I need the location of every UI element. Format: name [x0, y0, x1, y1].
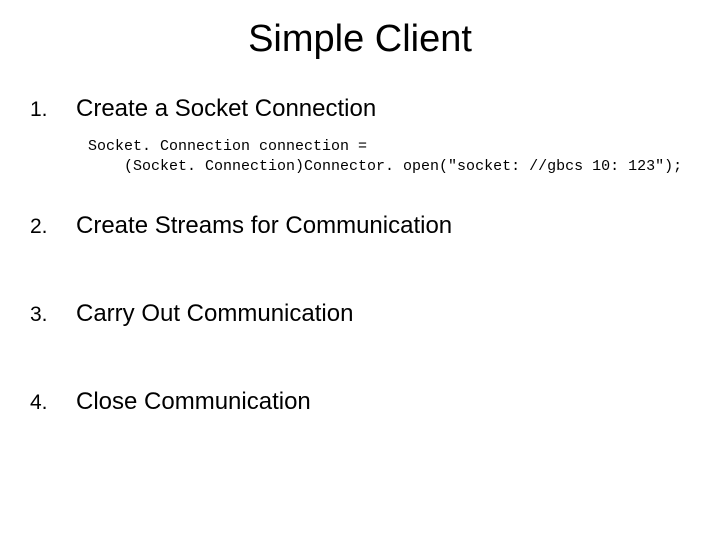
- list-item: 2. Create Streams for Communication: [30, 212, 690, 240]
- item-label: Create Streams for Communication: [76, 212, 452, 240]
- item-label: Close Communication: [76, 388, 311, 416]
- code-snippet: Socket. Connection connection = (Socket.…: [88, 137, 690, 178]
- list-item: 3. Carry Out Communication: [30, 300, 690, 328]
- slide: Simple Client 1. Create a Socket Connect…: [0, 0, 720, 540]
- spacer: [30, 342, 690, 388]
- list-item: 4. Close Communication: [30, 388, 690, 416]
- item-label: Carry Out Communication: [76, 300, 353, 328]
- spacer: [30, 254, 690, 300]
- item-label: Create a Socket Connection: [76, 95, 376, 123]
- item-number: 2.: [30, 215, 76, 239]
- item-number: 1.: [30, 98, 76, 122]
- item-number: 4.: [30, 391, 76, 415]
- slide-title: Simple Client: [30, 18, 690, 61]
- list-item: 1. Create a Socket Connection: [30, 95, 690, 123]
- item-number: 3.: [30, 303, 76, 327]
